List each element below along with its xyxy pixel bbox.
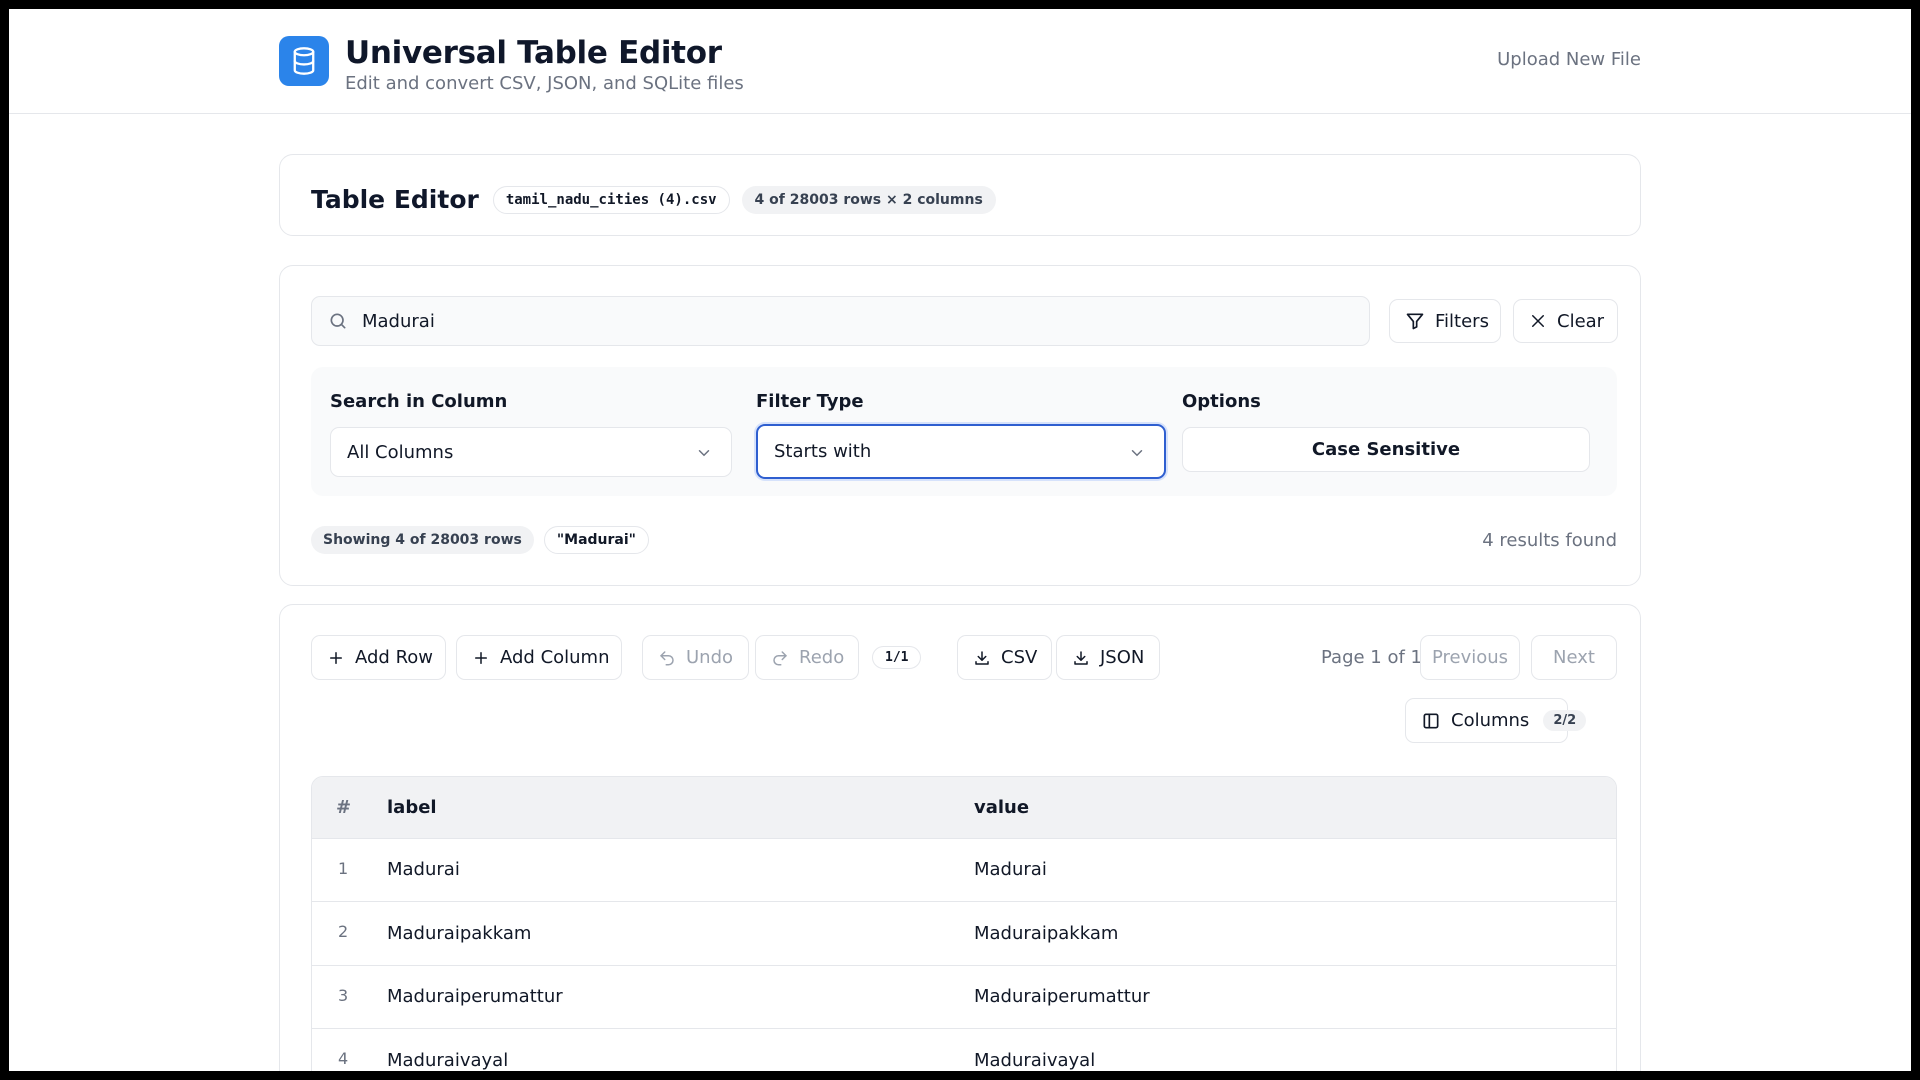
table-row: 4 Maduraivayal Maduraivayal [312, 1028, 1616, 1071]
redo-icon [771, 649, 789, 667]
filename-badge: tamil_nadu_cities (4).csv [492, 185, 730, 214]
columns-label: Columns [1451, 710, 1530, 731]
columns-count-badge: 2/2 [1543, 710, 1587, 731]
filters-button[interactable]: Filters [1389, 299, 1501, 343]
export-csv-button[interactable]: CSV [957, 635, 1052, 680]
case-sensitive-toggle[interactable]: Case Sensitive [1182, 427, 1590, 472]
app-subtitle: Edit and convert CSV, JSON, and SQLite f… [345, 73, 744, 94]
export-json-button[interactable]: JSON [1056, 635, 1160, 680]
download-icon [1072, 649, 1090, 667]
add-column-label: Add Column [500, 647, 610, 668]
redo-label: Redo [799, 647, 845, 668]
add-row-button[interactable]: Add Row [311, 635, 446, 680]
cell-label[interactable]: Maduraiperumattur [387, 965, 974, 1029]
upload-new-file-button[interactable]: Upload New File [1497, 49, 1641, 70]
cell-label[interactable]: Maduraivayal [387, 1029, 974, 1071]
search-box [311, 296, 1370, 346]
plus-icon [472, 649, 490, 667]
column-header-index: # [336, 796, 352, 818]
table-card: Add Row Add Column Undo Redo 1/1 CSV JSO… [279, 604, 1641, 1071]
cell-label[interactable]: Maduraipakkam [387, 902, 974, 966]
table-row: 1 Madurai Madurai [312, 838, 1616, 902]
brand-text: Universal Table Editor Edit and convert … [345, 35, 744, 94]
row-index: 2 [338, 922, 349, 941]
query-badge: "Madurai" [543, 526, 649, 554]
search-card: Filters Clear Search in Column All Colum… [279, 265, 1641, 586]
add-column-button[interactable]: Add Column [456, 635, 622, 680]
columns-icon [1421, 711, 1441, 731]
download-icon [973, 649, 991, 667]
columns-button[interactable]: Columns 2/2 [1405, 698, 1587, 743]
editor-info-card: Table Editor tamil_nadu_cities (4).csv 4… [279, 154, 1641, 236]
undo-icon [658, 649, 676, 667]
cell-value[interactable]: Madurai [974, 838, 1616, 902]
results-summary: Showing 4 of 28003 rows "Madurai" 4 resu… [311, 526, 1617, 554]
options-label: Options [1182, 391, 1261, 412]
csv-label: CSV [1001, 647, 1038, 668]
chevron-down-icon [1128, 444, 1146, 462]
filters-label: Filters [1435, 310, 1489, 332]
cell-value[interactable]: Maduraipakkam [974, 902, 1616, 966]
clear-button[interactable]: Clear [1513, 299, 1618, 343]
previous-page-button[interactable]: Previous [1420, 635, 1520, 680]
column-header-label[interactable]: label [387, 777, 974, 838]
add-row-label: Add Row [355, 647, 434, 668]
undo-button[interactable]: Undo [642, 635, 749, 680]
app-header: Universal Table Editor Edit and convert … [9, 9, 1911, 114]
editor-heading: Table Editor tamil_nadu_cities (4).csv 4… [311, 185, 996, 214]
table-toolbar: Add Row Add Column Undo Redo 1/1 CSV JSO… [311, 635, 1617, 681]
app-title: Universal Table Editor [345, 35, 722, 71]
filter-type-select[interactable]: Starts with [756, 424, 1166, 479]
cell-value[interactable]: Maduraivayal [974, 1029, 1616, 1071]
table: # label value 1 Madurai Madurai 2 Madura… [312, 777, 1616, 1071]
filter-icon [1405, 311, 1425, 331]
row-index: 4 [338, 1049, 349, 1068]
table-row: 2 Maduraipakkam Maduraipakkam [312, 901, 1616, 966]
search-input[interactable] [362, 310, 1342, 332]
cell-value[interactable]: Maduraiperumattur [974, 965, 1616, 1029]
results-count: 4 results found [1482, 529, 1617, 551]
search-column-value: All Columns [347, 441, 454, 463]
header-row: # label value [312, 777, 1616, 838]
close-icon [1529, 312, 1547, 330]
data-table: # label value 1 Madurai Madurai 2 Madura… [311, 776, 1617, 1071]
row-index: 1 [338, 858, 349, 878]
database-icon [279, 36, 329, 86]
rows-info-badge: 4 of 28003 rows × 2 columns [741, 185, 996, 214]
filter-type-value: Starts with [774, 441, 872, 462]
table-row: 3 Maduraiperumattur Maduraiperumattur [312, 965, 1616, 1029]
brand: Universal Table Editor Edit and convert … [279, 35, 744, 94]
app-window: Universal Table Editor Edit and convert … [9, 9, 1911, 1071]
search-column-label: Search in Column [330, 391, 508, 412]
table-header: # label value [312, 777, 1616, 838]
filter-panel: Search in Column All Columns Filter Type… [311, 367, 1617, 496]
table-body: 1 Madurai Madurai 2 Maduraipakkam Madura… [312, 838, 1616, 1071]
next-page-button[interactable]: Next [1531, 635, 1617, 680]
search-icon [328, 311, 348, 331]
clear-label: Clear [1557, 310, 1605, 332]
page-info: Page 1 of 1 [1321, 647, 1422, 668]
plus-icon [327, 649, 345, 667]
chevron-down-icon [695, 444, 713, 462]
showing-rows-badge: Showing 4 of 28003 rows [311, 526, 534, 554]
column-header-value[interactable]: value [974, 777, 1616, 838]
redo-button[interactable]: Redo [755, 635, 859, 680]
search-column-select[interactable]: All Columns [330, 427, 732, 477]
history-position-badge: 1/1 [872, 646, 922, 669]
json-label: JSON [1100, 647, 1145, 668]
editor-title: Table Editor [311, 185, 479, 214]
row-index: 3 [338, 985, 349, 1005]
filter-type-label: Filter Type [756, 391, 864, 412]
undo-label: Undo [686, 647, 734, 668]
cell-label[interactable]: Madurai [387, 838, 974, 902]
